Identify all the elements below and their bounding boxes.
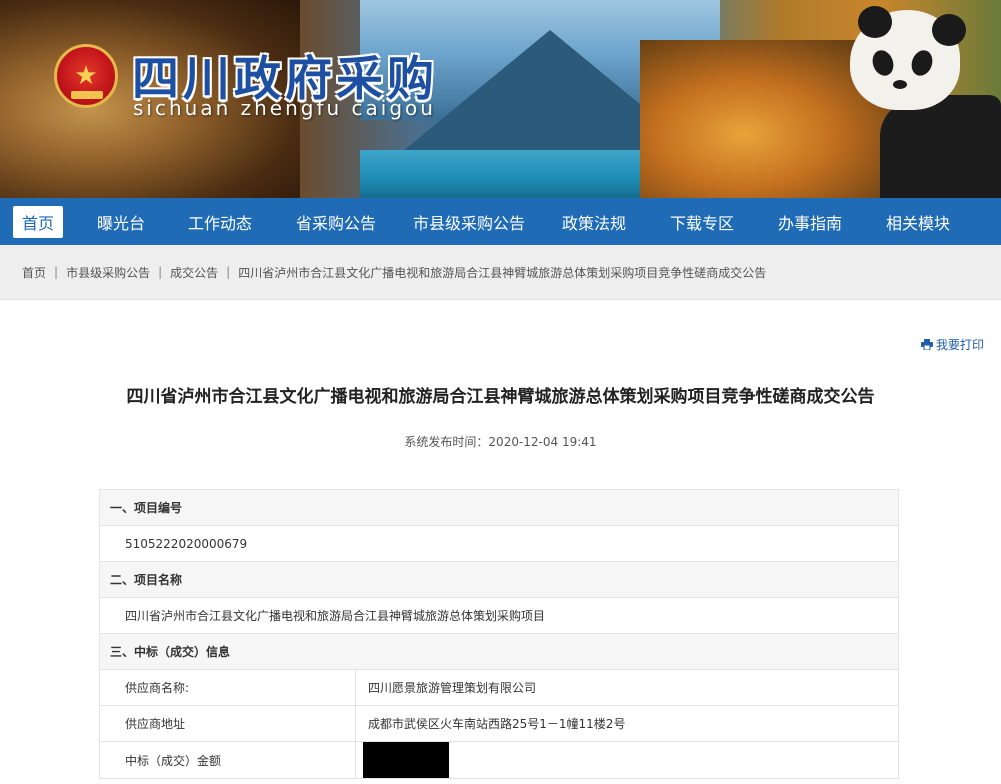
panda-nose — [893, 80, 907, 89]
header-banner: ★ 四川政府采购 sichuan zhengfu caigou — [0, 0, 1001, 198]
table-section-header: 三、中标（成交）信息 — [99, 633, 899, 670]
print-label: 我要打印 — [936, 338, 985, 352]
site-pinyin: sichuan zhengfu caigou — [133, 96, 436, 120]
main-nav: 首页 曝光台 工作动态 省采购公告 市县级采购公告 政策法规 下载专区 办事指南… — [0, 198, 1001, 245]
nav-item-guide[interactable]: 办事指南 — [756, 198, 864, 245]
nav-item-related-modules[interactable]: 相关模块 — [864, 198, 972, 245]
table-section-header: 一、项目编号 — [99, 489, 899, 526]
announcement-table: 一、项目编号 5105222020000679 二、项目名称 四川省泸州市合江县… — [99, 489, 899, 779]
table-row: 中标（成交）金额 — [99, 741, 899, 779]
breadcrumb-separator: | — [226, 265, 231, 279]
breadcrumb-city-county-notices[interactable]: 市县级采购公告 — [66, 264, 150, 281]
supplier-name-label: 供应商名称: — [99, 669, 356, 706]
breadcrumb-separator: | — [158, 265, 163, 279]
winning-amount-value — [355, 741, 899, 779]
article-title: 四川省泸州市合江县文化广播电视和旅游局合江县神臂城旅游总体策划采购项目竞争性磋商… — [126, 387, 875, 407]
nav-item-exposure[interactable]: 曝光台 — [76, 198, 166, 245]
table-section-header: 二、项目名称 — [99, 561, 899, 598]
section-winning-info-title: 三、中标（成交）信息 — [99, 633, 899, 670]
table-row: 供应商地址 成都市武侯区火车南站西路25号1－1幢11楼2号 — [99, 705, 899, 742]
nav-item-work-news[interactable]: 工作动态 — [166, 198, 274, 245]
nav-item-city-county-notices[interactable]: 市县级采购公告 — [398, 198, 540, 245]
table-row: 5105222020000679 — [99, 525, 899, 562]
publish-time: 系统发布时间：2020-12-04 19:41 — [404, 435, 597, 449]
site-title: 四川政府采购 — [132, 52, 438, 107]
winning-amount-label: 中标（成交）金额 — [99, 741, 356, 779]
nav-item-downloads[interactable]: 下载专区 — [648, 198, 756, 245]
breadcrumb: 首页 | 市县级采购公告 | 成交公告 | 四川省泸州市合江县文化广播电视和旅游… — [0, 245, 1001, 300]
table-row: 四川省泸州市合江县文化广播电视和旅游局合江县神臂城旅游总体策划采购项目 — [99, 597, 899, 634]
breadcrumb-home[interactable]: 首页 — [22, 264, 46, 281]
supplier-address-label: 供应商地址 — [99, 705, 356, 742]
printer-icon — [921, 339, 933, 351]
nav-item-policies[interactable]: 政策法规 — [540, 198, 648, 245]
section-project-number-title: 一、项目编号 — [99, 489, 899, 526]
nav-item-provincial-notices[interactable]: 省采购公告 — [274, 198, 398, 245]
supplier-address-value: 成都市武侯区火车南站西路25号1－1幢11楼2号 — [355, 705, 899, 742]
supplier-name-value: 四川愿景旅游管理策划有限公司 — [355, 669, 899, 706]
project-name-value: 四川省泸州市合江县文化广播电视和旅游局合江县神臂城旅游总体策划采购项目 — [99, 597, 899, 634]
redacted-block — [363, 742, 449, 778]
breadcrumb-deal-notices[interactable]: 成交公告 — [170, 264, 218, 281]
panda-ear-left — [858, 6, 892, 38]
panda-ear-right — [932, 14, 966, 46]
nav-item-home[interactable]: 首页 — [0, 198, 76, 245]
breadcrumb-separator: | — [54, 265, 59, 279]
print-link[interactable]: 我要打印 — [921, 336, 984, 353]
table-row: 供应商名称: 四川愿景旅游管理策划有限公司 — [99, 669, 899, 706]
panda-body-image — [880, 95, 1001, 198]
breadcrumb-current: 四川省泸州市合江县文化广播电视和旅游局合江县神臂城旅游总体策划采购项目竞争性磋商… — [238, 265, 767, 280]
national-emblem-icon: ★ — [54, 44, 118, 108]
section-project-name-title: 二、项目名称 — [99, 561, 899, 598]
project-number-value: 5105222020000679 — [99, 525, 899, 562]
